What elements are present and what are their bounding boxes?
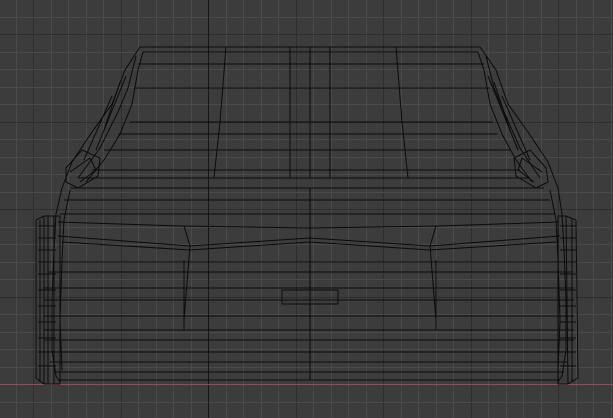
3d-viewport[interactable] [0, 0, 613, 418]
right-mirror [513, 149, 549, 189]
roof-right-pillar-2 [485, 55, 541, 179]
left-mirror [65, 149, 101, 189]
viewport-grid [0, 0, 613, 418]
hood-left-vent [183, 225, 191, 321]
viewport-canvas[interactable] [0, 0, 613, 418]
left-pillar-hatch [83, 75, 127, 161]
windshield-left-frame [213, 46, 227, 179]
hood-front-edge-2 [61, 241, 557, 251]
roof-left-pillar-inner [85, 51, 144, 183]
roof-left-pillar [61, 46, 141, 189]
hood-right-vent [429, 225, 437, 321]
car-wireframe-mesh[interactable] [35, 46, 579, 385]
